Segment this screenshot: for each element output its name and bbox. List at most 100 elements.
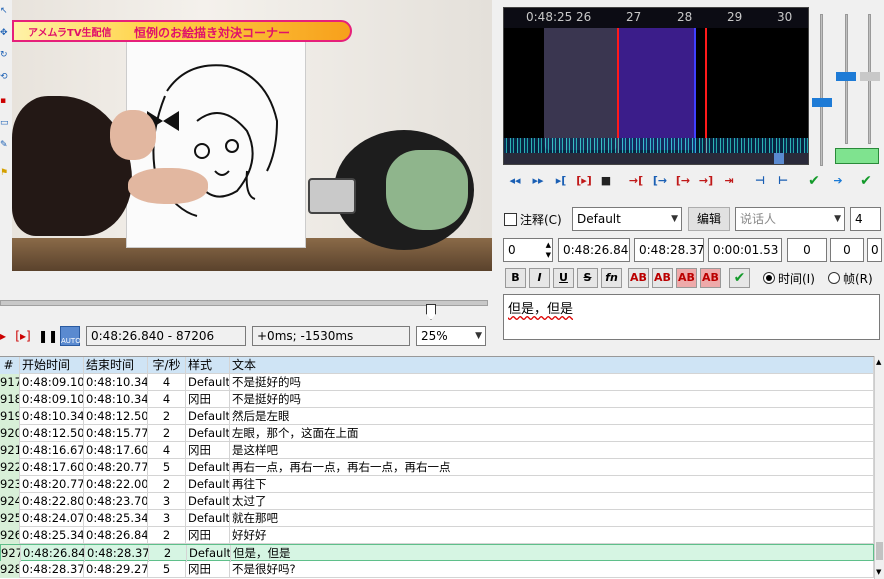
- grid-vertical-scrollbar[interactable]: ▲ ▼: [874, 356, 884, 579]
- grid-header[interactable]: # 开始时间 结束时间 字/秒 样式 文本: [0, 357, 874, 374]
- audio-volume-thumb[interactable]: [836, 72, 856, 81]
- play-to-end-icon[interactable]: ⇥: [719, 172, 739, 190]
- video-position-field[interactable]: 0:48:26.840 - 87206: [86, 326, 246, 346]
- video-seek-bar[interactable]: [0, 300, 488, 306]
- underline-button[interactable]: U: [553, 268, 574, 288]
- audio-scroll-thumb[interactable]: [774, 153, 784, 164]
- standard-tool-icon[interactable]: ↖: [0, 6, 9, 16]
- secondary-color-button[interactable]: AB: [652, 268, 673, 288]
- cell-end: 0:48:28.37: [87, 545, 149, 562]
- zoom-select[interactable]: 25% ▼: [416, 326, 486, 346]
- play-before-end-icon[interactable]: [→: [673, 172, 693, 190]
- play-after-icon[interactable]: →]: [696, 172, 716, 190]
- cell-num: 919: [0, 408, 20, 425]
- go-to-icon[interactable]: ➔: [828, 172, 848, 190]
- play-after-start-icon[interactable]: [→: [650, 172, 670, 190]
- table-row[interactable]: 925 0:48:24.07 0:48:25.34 3 Default 就在那吧: [0, 510, 874, 527]
- cell-text: 不是挺好的吗: [230, 374, 874, 391]
- cell-cps: 3: [148, 510, 186, 527]
- shadow-color-button[interactable]: AB: [700, 268, 721, 288]
- rotate-z-tool-icon[interactable]: ↻: [0, 50, 9, 60]
- layer-spinner[interactable]: 0 ▲ ▼: [503, 238, 553, 262]
- primary-color-button[interactable]: AB: [628, 268, 649, 288]
- bold-button[interactable]: B: [505, 268, 526, 288]
- cell-num: 917: [0, 374, 20, 391]
- style-select[interactable]: Default ▼: [572, 207, 682, 231]
- seek-thumb[interactable]: [426, 304, 436, 320]
- table-row-selected[interactable]: 927 0:48:26.84 0:48:28.37 2 Default 但是，但是: [0, 544, 874, 562]
- clip-tool-icon[interactable]: ▭: [0, 118, 9, 128]
- autoscroll-toggle-icon[interactable]: AUTO: [60, 326, 81, 346]
- frame-radio-label: 帧(R): [843, 272, 873, 286]
- commit-check-icon[interactable]: ✔: [729, 268, 750, 288]
- stop-icon[interactable]: ■: [596, 172, 616, 190]
- effect-field[interactable]: 4: [850, 207, 881, 231]
- table-row[interactable]: 922 0:48:17.60 0:48:20.77 5 Default 再右一点，再右一点…: [0, 459, 874, 476]
- video-display[interactable]: アメムラTV生配信 恒例のお絵描き対決コーナー: [12, 0, 492, 271]
- cell-start: 0:48:16.67: [22, 442, 84, 459]
- audio-zoom-thumb[interactable]: [812, 98, 832, 107]
- play-icon[interactable]: ▸: [0, 327, 6, 345]
- link-toggle-icon[interactable]: [835, 148, 879, 164]
- subtitle-grid[interactable]: # 开始时间 结束时间 字/秒 样式 文本 917 0:48:09.10 0:48:10.34 4…: [0, 356, 874, 579]
- subtitle-text-editor[interactable]: 但是，但是: [503, 294, 880, 340]
- table-row[interactable]: 923 0:48:20.77 0:48:22.00 2 Default 再往下: [0, 476, 874, 493]
- previous-line-region: [544, 28, 618, 150]
- margin-left-field[interactable]: 0: [787, 238, 827, 262]
- rotate-xy-tool-icon[interactable]: ⟲: [0, 72, 9, 82]
- current-line-region[interactable]: [618, 28, 694, 150]
- lead-out-icon[interactable]: ⊢: [773, 172, 793, 190]
- audio-tick: 30: [777, 10, 793, 24]
- table-row[interactable]: 921 0:48:16.67 0:48:17.60 4 冈田 是这样吧: [0, 442, 874, 459]
- vector-clip-tool-icon[interactable]: ✎: [0, 140, 9, 150]
- font-button[interactable]: fn: [601, 268, 622, 288]
- drag-tool-icon[interactable]: ⚑: [0, 168, 9, 178]
- comment-checkbox[interactable]: [504, 213, 517, 226]
- table-row[interactable]: 918 0:48:09.10 0:48:10.34 4 冈田 不是挺好的吗: [0, 391, 874, 408]
- strikeout-button[interactable]: S: [577, 268, 598, 288]
- audio-spectrum[interactable]: 0:48:25 26 27 28 29 30: [503, 7, 809, 165]
- table-row[interactable]: 926 0:48:25.34 0:48:26.84 2 冈田 好好好: [0, 527, 874, 544]
- play-selection-icon[interactable]: ▸[: [551, 172, 571, 190]
- table-row[interactable]: 928 0:48:28.37 0:48:29.27 5 冈田 不是很好吗?: [0, 561, 874, 578]
- actor-select[interactable]: 说话人 ▼: [735, 207, 845, 231]
- prev-line-icon[interactable]: ◂◂: [505, 172, 525, 190]
- pause-icon[interactable]: ❚❚: [38, 327, 58, 345]
- move-tool-icon[interactable]: ✥: [0, 28, 9, 38]
- scroll-up-icon[interactable]: ▲: [876, 358, 883, 366]
- scroll-down-icon[interactable]: ▼: [876, 568, 883, 576]
- margin-vertical-field[interactable]: 0: [867, 238, 882, 262]
- play-line-icon[interactable]: [▸]: [14, 327, 32, 345]
- spinner-arrows-icon[interactable]: ▲ ▼: [546, 240, 551, 260]
- table-row[interactable]: 924 0:48:22.80 0:48:23.70 3 Default 太过了: [0, 493, 874, 510]
- cell-start: 0:48:20.77: [22, 476, 84, 493]
- audio-scrollbar[interactable]: [504, 153, 808, 164]
- edit-style-button[interactable]: 编辑: [688, 207, 730, 231]
- cell-cps: 4: [148, 391, 186, 408]
- table-row[interactable]: 920 0:48:12.50 0:48:15.77 2 Default 左眼，那个，这面在…: [0, 425, 874, 442]
- play-current-line-icon[interactable]: [▸]: [574, 172, 594, 190]
- lead-in-icon[interactable]: ⊣: [750, 172, 770, 190]
- table-row[interactable]: 917 0:48:09.10 0:48:10.34 4 Default 不是挺好的吗: [0, 374, 874, 391]
- scale-tool-icon[interactable]: ▪: [0, 96, 9, 106]
- cell-start: 0:48:22.80: [22, 493, 84, 510]
- cell-style: 冈田: [186, 442, 230, 459]
- margin-right-field[interactable]: 0: [830, 238, 864, 262]
- play-before-icon[interactable]: →[: [626, 172, 646, 190]
- duration-field[interactable]: 0:00:01.53: [708, 238, 782, 262]
- commit-icon[interactable]: ✔: [804, 172, 824, 190]
- outline-color-button[interactable]: AB: [676, 268, 697, 288]
- audio-vertical-zoom-thumb[interactable]: [860, 72, 880, 81]
- start-time-field[interactable]: 0:48:26.84: [558, 238, 630, 262]
- frame-radio[interactable]: [828, 272, 840, 284]
- end-time-field[interactable]: 0:48:28.37: [634, 238, 704, 262]
- auto-commit-icon[interactable]: ✔: [856, 172, 876, 190]
- table-row[interactable]: 919 0:48:10.34 0:48:12.50 2 Default 然后是左眼: [0, 408, 874, 425]
- cell-end: 0:48:25.34: [86, 510, 148, 527]
- italic-button[interactable]: I: [529, 268, 550, 288]
- actor-placeholder: 说话人: [740, 212, 777, 226]
- next-line-icon[interactable]: ▸▸: [528, 172, 548, 190]
- time-radio[interactable]: [763, 272, 775, 284]
- audio-zoom-slider[interactable]: [820, 14, 823, 166]
- scroll-thumb[interactable]: [876, 542, 883, 560]
